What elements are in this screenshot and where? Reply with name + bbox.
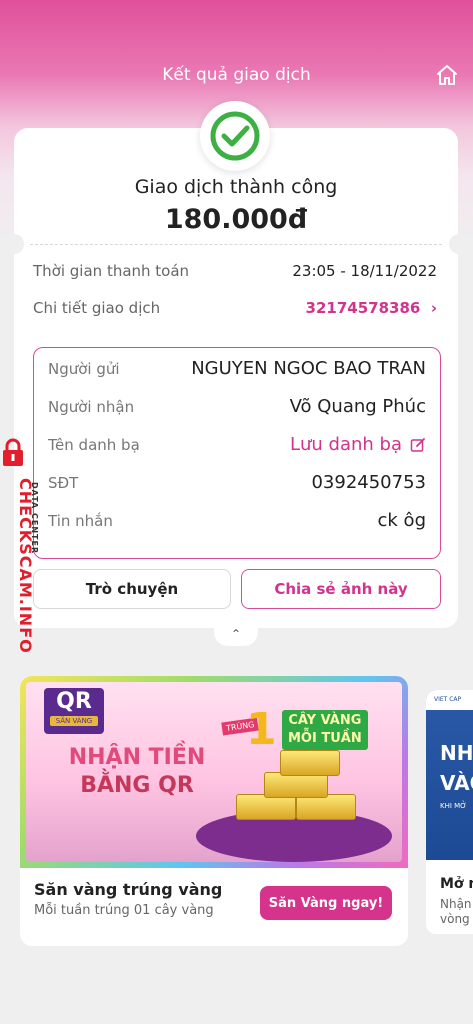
promo2-brand: VIET CAP — [426, 690, 473, 710]
promo2-subtitle-line2: vòng — [440, 912, 470, 926]
qr-logo-text: QR — [56, 689, 92, 714]
promo2-subtitle: Nhận vòng — [440, 897, 472, 927]
phone-label: SĐT — [48, 473, 79, 492]
prize-text-line2: MỖI TUẦN — [288, 731, 362, 746]
message-label: Tin nhắn — [48, 511, 113, 530]
prize-badge: TRÚNG 1 CÂY VÀNG MỖI TUẦN — [221, 704, 372, 755]
transaction-id-link[interactable]: 32174578386 › — [306, 299, 437, 317]
edit-icon — [410, 437, 425, 452]
share-image-button[interactable]: Chia sẻ ảnh này — [241, 569, 441, 609]
promo-subtitle: Mỗi tuần trúng 01 cây vàng — [34, 903, 214, 918]
message-value: ck ôg — [377, 510, 426, 531]
collapse-button[interactable]: ⌃ — [214, 626, 258, 646]
qr-logo: QR SĂN VÀNG — [44, 688, 104, 734]
promo-headline: NHẬN TIỀN BẰNG QR — [62, 744, 212, 800]
promo-headline-line1: NHẬN TIỀN — [68, 745, 206, 770]
contact-row: Tên danh bạ Lưu danh bạ — [48, 434, 426, 455]
sender-value: NGUYEN NGOC BAO TRAN — [191, 358, 426, 379]
promo-title: Săn vàng trúng vàng — [34, 880, 223, 899]
gold-bar-icon — [280, 750, 340, 776]
watermark: CHECKSCAM.INFO DATA CENTER — [0, 438, 50, 668]
prize-number: 1 — [246, 704, 277, 755]
payment-time-value: 23:05 - 18/11/2022 — [292, 262, 437, 280]
promo2-headline-line2: VÀO — [440, 771, 473, 795]
save-contact-button[interactable]: Lưu danh bạ — [290, 434, 426, 455]
message-row: Tin nhắn ck ôg — [48, 510, 426, 531]
check-circle-icon — [210, 111, 260, 161]
receiver-value: Võ Quang Phúc — [289, 396, 426, 417]
dashed-divider — [30, 244, 442, 245]
transaction-detail-row[interactable]: Chi tiết giao dịch 32174578386 › — [33, 299, 437, 317]
promo-card-gold[interactable]: QR SĂN VÀNG NHẬN TIỀN BẰNG QR TRÚNG 1 CÂ… — [20, 676, 408, 946]
prize-text: CÂY VÀNG MỖI TUẦN — [282, 710, 368, 750]
ticket-notch-left — [4, 234, 24, 254]
promo-banner: QR SĂN VÀNG NHẬN TIỀN BẰNG QR TRÚNG 1 CÂ… — [20, 676, 408, 868]
sender-row: Người gửi NGUYEN NGOC BAO TRAN — [48, 358, 426, 379]
header: Kết quả giao dịch — [0, 58, 473, 92]
lock-icon — [3, 438, 23, 466]
promo-headline-line2: BẰNG QR — [80, 773, 194, 798]
promo2-headline-line1: NHÂ — [440, 741, 473, 765]
promo2-small: KHI MỞ — [440, 802, 467, 810]
payment-time-label: Thời gian thanh toán — [33, 262, 190, 280]
promo2-headline: NHÂ VÀO — [440, 738, 473, 798]
ticket-notch-right — [449, 234, 469, 254]
contact-label: Tên danh bạ — [48, 435, 140, 454]
chevron-right-icon: › — [425, 299, 437, 317]
promo-banner-art: QR SĂN VÀNG NHẬN TIỀN BẰNG QR TRÚNG 1 CÂ… — [26, 682, 402, 862]
amount: 180.000đ — [164, 204, 308, 235]
page-title: Kết quả giao dịch — [162, 65, 311, 85]
save-contact-label: Lưu danh bạ — [289, 434, 402, 455]
watermark-subtext: DATA CENTER — [30, 482, 39, 555]
receiver-row: Người nhận Võ Quang Phúc — [48, 396, 426, 417]
home-icon[interactable] — [435, 64, 459, 86]
chat-button[interactable]: Trò chuyện — [33, 569, 231, 609]
promo2-banner: VIET CAP NHÂ VÀO KHI MỞ — [426, 690, 473, 860]
promo2-subtitle-line1: Nhận — [440, 897, 472, 911]
qr-logo-subtext: SĂN VÀNG — [50, 716, 98, 726]
prize-text-line1: CÂY VÀNG — [288, 713, 362, 728]
transaction-detail-label: Chi tiết giao dịch — [33, 299, 161, 317]
promo2-title: Mở n — [440, 876, 473, 892]
sender-label: Người gửi — [48, 359, 120, 378]
phone-row: SĐT 0392450753 — [48, 472, 426, 493]
success-badge — [200, 101, 270, 171]
payment-time-row: Thời gian thanh toán 23:05 - 18/11/2022 — [33, 262, 437, 280]
hunt-gold-button[interactable]: Săn Vàng ngay! — [260, 886, 392, 920]
status-text: Giao dịch thành công — [134, 176, 338, 198]
chevron-up-icon: ⌃ — [230, 627, 242, 641]
transaction-id: 32174578386 — [305, 299, 421, 317]
receiver-label: Người nhận — [48, 397, 135, 416]
phone-value: 0392450753 — [311, 472, 426, 493]
promo-card-vietcap[interactable]: VIET CAP NHÂ VÀO KHI MỞ Mở n Nhận vòng — [426, 690, 473, 934]
recipient-info-box: Người gửi NGUYEN NGOC BAO TRAN Người nhậ… — [33, 347, 441, 559]
